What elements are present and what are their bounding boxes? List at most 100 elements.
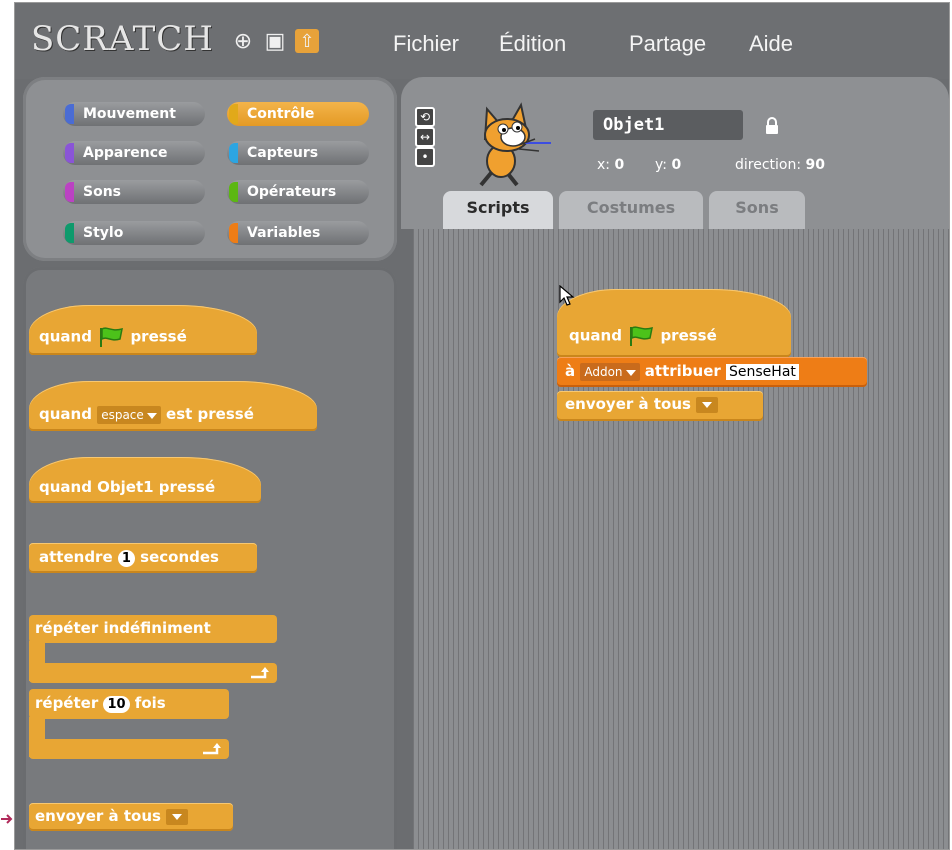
block-broadcast[interactable]: envoyer à tous (29, 803, 233, 831)
block-text: attribuer (644, 362, 721, 380)
menu-share[interactable]: Partage (629, 31, 706, 57)
block-when-flag-clicked[interactable]: quand pressé (29, 305, 257, 355)
block-text: envoyer à tous (565, 395, 691, 413)
menu-help[interactable]: Aide (749, 31, 793, 57)
coord-value: 90 (805, 157, 826, 173)
wait-seconds-input[interactable]: 1 (117, 550, 135, 567)
loop-arrow-icon (251, 667, 269, 679)
category-operators[interactable]: Opérateurs (227, 180, 369, 204)
scratch-logo: SCRATCH (31, 19, 214, 59)
globe-icon[interactable]: ⊕ (231, 29, 255, 54)
category-label: Sons (83, 184, 122, 200)
lock-icon[interactable] (765, 117, 779, 135)
cat-sprite-thumbnail (479, 102, 551, 187)
block-repeat[interactable]: répéter 10 fois (29, 689, 229, 719)
chevron-down-icon (172, 814, 183, 820)
category-color-swatch (65, 104, 74, 124)
category-label: Stylo (83, 225, 124, 241)
chevron-down-icon (146, 412, 157, 419)
c-block-footer (29, 739, 229, 759)
key-dropdown[interactable]: espace (97, 406, 161, 424)
category-color-swatch (65, 143, 74, 163)
category-motion[interactable]: Mouvement (63, 102, 205, 126)
broadcast-dropdown[interactable] (696, 396, 719, 413)
green-flag-icon (630, 326, 654, 346)
category-sound[interactable]: Sons (63, 180, 205, 204)
loop-arrow-icon (203, 743, 221, 755)
block-text: pressé (130, 327, 187, 346)
category-label: Apparence (83, 145, 168, 161)
category-label: Mouvement (83, 106, 176, 122)
category-pen[interactable]: Stylo (63, 221, 205, 245)
block-text: envoyer à tous (35, 807, 161, 825)
block-palette: quand pressé quand espace est pressé qua… (23, 267, 397, 849)
chevron-down-icon (625, 369, 636, 376)
dont-rotate-icon[interactable]: • (415, 147, 435, 167)
block-text: attendre (39, 548, 113, 566)
set-value-input[interactable]: SenseHat (726, 364, 799, 380)
category-color-swatch (229, 104, 238, 124)
block-text: pressé (660, 326, 717, 345)
broadcast-dropdown[interactable] (166, 808, 189, 825)
sprite-x-readout: x: 0 (597, 157, 624, 173)
script-block-broadcast[interactable]: envoyer à tous (557, 391, 763, 421)
tab-scripts[interactable]: Scripts (443, 191, 553, 229)
category-label: Contrôle (247, 106, 315, 122)
variable-dropdown[interactable]: Addon (580, 363, 640, 381)
coord-label: direction: (735, 157, 802, 173)
tab-costumes[interactable]: Costumes (559, 191, 703, 229)
block-text: secondes (140, 548, 219, 566)
rotate-all-icon[interactable]: ⟲ (415, 107, 435, 127)
block-wait[interactable]: attendre 1 secondes (29, 543, 257, 573)
coord-value: 0 (614, 157, 625, 173)
c-block-footer (29, 663, 277, 683)
block-text: à (565, 362, 576, 380)
save-icon[interactable]: ▣ (263, 29, 287, 54)
category-sensing[interactable]: Capteurs (227, 141, 369, 165)
dropdown-value: espace (101, 408, 144, 422)
share-icon[interactable]: ⇧ (295, 29, 319, 53)
category-label: Opérateurs (247, 184, 337, 200)
category-color-swatch (229, 223, 238, 243)
block-text: répéter (35, 694, 99, 712)
sprite-name-field[interactable]: Objet1 (593, 110, 743, 140)
block-text: répéter indéfiniment (35, 619, 211, 637)
scripts-area[interactable]: quand pressé à Addon attribuer SenseHat … (413, 229, 949, 849)
script-block-set-variable[interactable]: à Addon attribuer SenseHat (557, 357, 867, 387)
flip-left-right-icon[interactable]: ↔ (415, 127, 435, 147)
block-text: est pressé (166, 405, 254, 423)
menu-file[interactable]: Fichier (393, 31, 459, 57)
chevron-down-icon (702, 402, 713, 408)
category-looks[interactable]: Apparence (63, 141, 205, 165)
category-color-swatch (229, 143, 238, 163)
block-text: quand (569, 326, 622, 345)
category-control[interactable]: Contrôle (227, 102, 369, 126)
green-flag-icon (100, 327, 124, 347)
category-color-swatch (65, 223, 74, 243)
category-panel: Mouvement Contrôle Apparence Capteurs So… (23, 77, 397, 261)
top-bar: SCRATCH ⊕ ▣ ⇧ Fichier Édition Partage Ai… (15, 3, 949, 79)
sprite-direction-readout: direction: 90 (735, 157, 825, 173)
category-color-swatch (65, 182, 74, 202)
menu-edit[interactable]: Édition (499, 31, 566, 57)
category-color-swatch (229, 182, 238, 202)
block-forever[interactable]: répéter indéfiniment (29, 615, 277, 643)
category-label: Variables (247, 225, 321, 241)
tab-sounds[interactable]: Sons (709, 191, 805, 229)
block-text: quand (39, 405, 92, 423)
block-when-sprite-clicked[interactable]: quand Objet1 pressé (29, 457, 261, 503)
category-variables[interactable]: Variables (227, 221, 369, 245)
repeat-count-input[interactable]: 10 (103, 696, 130, 713)
mouse-cursor-icon (559, 285, 575, 306)
sprite-y-readout: y: 0 (655, 157, 681, 173)
block-text: quand Objet1 pressé (39, 478, 216, 496)
block-text: fois (134, 694, 166, 712)
pointer-arrow-icon (1, 814, 13, 824)
scratch-window: SCRATCH ⊕ ▣ ⇧ Fichier Édition Partage Ai… (14, 2, 950, 850)
coord-label: y: (655, 157, 667, 173)
coord-value: 0 (671, 157, 682, 173)
script-block-when-flag-clicked[interactable]: quand pressé (557, 289, 791, 357)
block-when-key-pressed[interactable]: quand espace est pressé (29, 381, 317, 431)
dropdown-value: Addon (584, 365, 623, 379)
sprite-header: ⟲ ↔ • Objet1 x: 0 y: 0 direction: 90 Scr… (401, 77, 949, 229)
